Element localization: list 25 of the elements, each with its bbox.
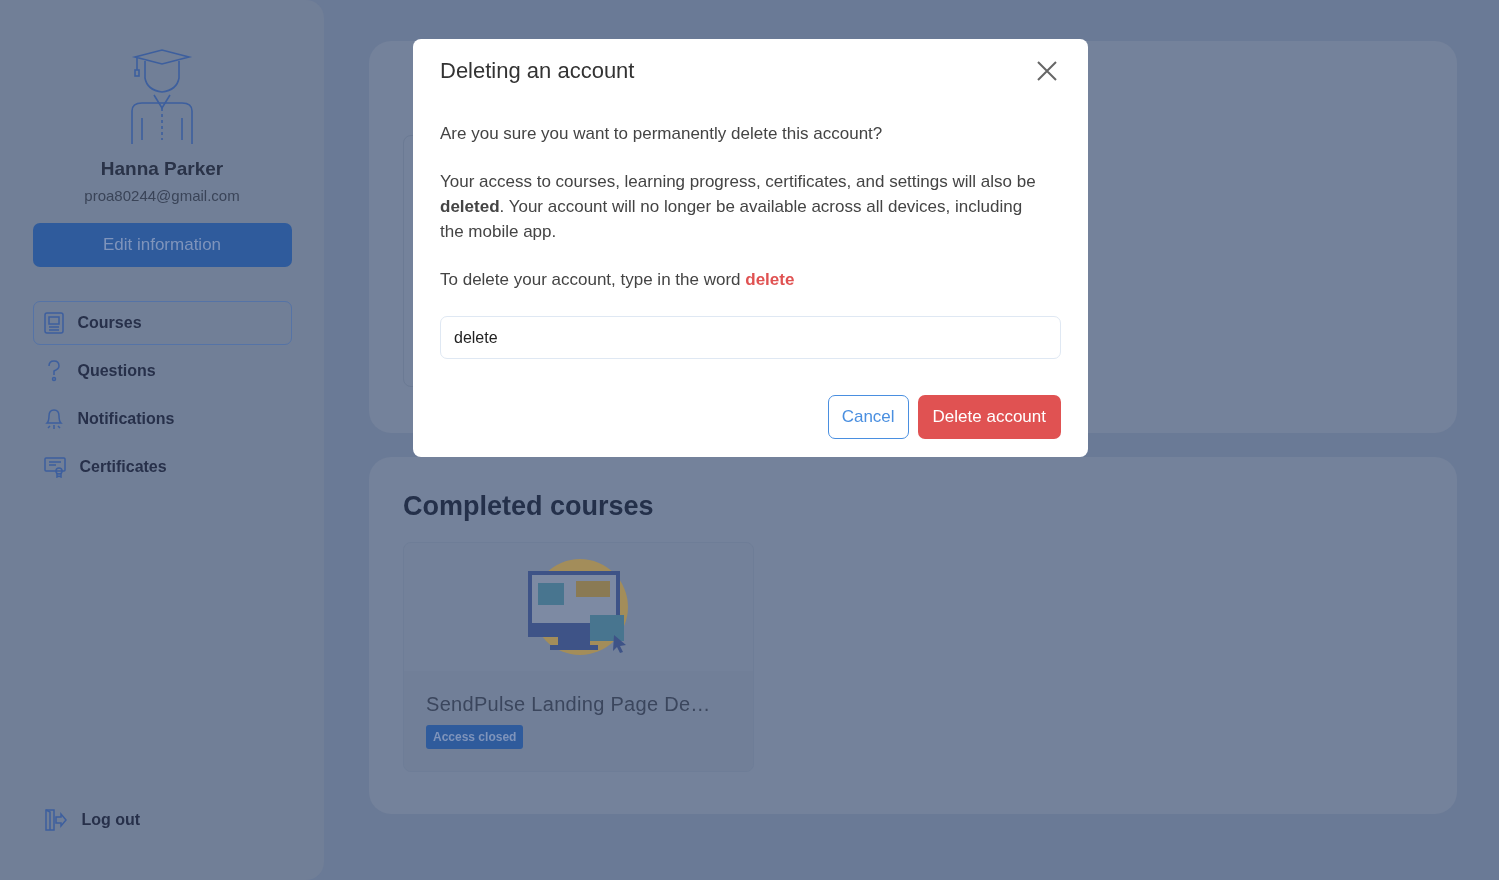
- delete-account-button[interactable]: Delete account: [917, 395, 1061, 439]
- certificate-icon: [43, 456, 66, 478]
- nav-item[interactable]: Certificates: [32, 445, 292, 489]
- section-title: Completed courses: [403, 491, 655, 522]
- user-name: Hanna Parker: [100, 158, 224, 180]
- instruction-text: To delete your account, type in the word: [440, 270, 741, 289]
- logout-link[interactable]: Log out: [32, 798, 292, 842]
- keyword-text: delete: [745, 270, 795, 289]
- exit-door-icon: [43, 809, 68, 831]
- course-title: SendPulse Landing Page De…: [426, 693, 712, 716]
- nav-item[interactable]: Questions: [32, 349, 292, 393]
- nav-item[interactable]: Courses: [32, 301, 292, 345]
- monitor-icon: [43, 312, 64, 334]
- confirmation-input-field[interactable]: delete: [440, 316, 1061, 359]
- course-card[interactable]: SendPulse Landing Page De… Access closed: [403, 542, 754, 772]
- nav-item[interactable]: Notifications: [32, 397, 292, 441]
- edit-information-button[interactable]: Edit information: [32, 223, 292, 267]
- close-icon: [1037, 61, 1057, 81]
- access-status-badge: Access closed: [426, 725, 524, 749]
- dialog-title: Deleting an account: [440, 58, 635, 84]
- cancel-button[interactable]: Cancel: [827, 395, 909, 439]
- confirmation-question: Are you sure you want to permanently delete this account?: [440, 123, 884, 145]
- user-email: proa80244@gmail.com: [84, 187, 240, 204]
- warning-text: Your access to courses, learning progress, certificates, and settings will also be deleted. Your account will no longer be available across all devices, including the mobile app.: [440, 171, 1037, 243]
- bell-icon: [43, 408, 64, 430]
